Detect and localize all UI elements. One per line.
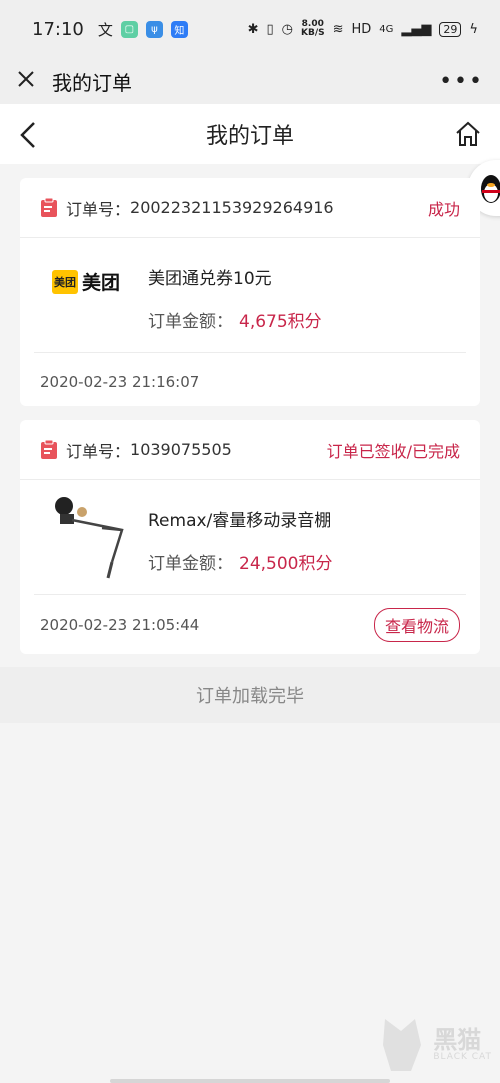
divider [34, 352, 466, 353]
load-complete-text: 订单加载完毕 [0, 667, 500, 723]
order-number-label: 订单号： [66, 441, 131, 461]
product-name: 美团通兑券10元 [148, 269, 272, 289]
close-icon[interactable] [16, 69, 36, 93]
bluetooth-icon: ✱ [247, 21, 259, 37]
order-header: 订单号： 20022321153929264916 成功 [20, 178, 480, 238]
notification-icons: 文 ▢ ψ 知 [98, 19, 188, 40]
order-doc-icon [41, 439, 57, 459]
watermark: 黑猫 BLACK CAT [381, 1015, 492, 1075]
order-datetime: 2020-02-23 21:16:07 [40, 373, 200, 391]
order-doc-icon [41, 197, 57, 217]
order-datetime: 2020-02-23 21:05:44 [40, 616, 200, 634]
wifi-icon: ≋ [332, 21, 344, 37]
hd-label: HD [351, 21, 372, 37]
vibrate-icon: ▯ [266, 21, 274, 37]
order-header: 订单号： 1039075505 订单已签收/已完成 [20, 420, 480, 480]
signal-icon: ▂▄▆ [401, 21, 432, 37]
signal-label: 4G [379, 23, 394, 35]
view-logistics-button[interactable]: 查看物流 [373, 608, 460, 642]
amount-label: 订单金额： [148, 312, 233, 332]
alarm-icon: ◷ [281, 21, 293, 37]
meituan-logo: 美团 美团 [52, 268, 120, 295]
order-amount: 订单金额： 24,500积分 [148, 549, 332, 574]
zhihu-icon: 知 [170, 20, 188, 38]
system-status: ✱ ▯ ◷ 8.00 KB/S ≋ HD 4G ▂▄▆ 29 ϟ [248, 20, 478, 38]
product-name: Remax/睿量移动录音棚 [148, 511, 332, 531]
webview-title: 我的订单 [52, 70, 132, 95]
divider [34, 594, 466, 595]
back-arrow-icon[interactable] [18, 120, 38, 154]
meituan-logo-box: 美团 [52, 269, 78, 294]
order-product[interactable]: 美团 美团 美团通兑券10元 订单金额： 4,675积分 [20, 238, 480, 352]
order-number: 20022321153929264916 [130, 198, 334, 217]
watermark-text: 黑猫 [433, 1026, 482, 1054]
order-product[interactable]: Remax/睿量移动录音棚 订单金额： 24,500积分 [20, 480, 480, 594]
more-options-icon[interactable]: ••• [439, 69, 484, 94]
usb-icon: ψ [145, 20, 163, 38]
net-speed-unit: KB/S [300, 28, 325, 38]
webview-header: 我的订单 ••• [0, 58, 500, 104]
order-status: 订单已签收/已完成 [326, 441, 460, 461]
amount-value: 24,500积分 [239, 554, 333, 574]
meituan-logo-text: 美团 [82, 272, 121, 294]
watermark-sub: BLACK CAT [433, 1052, 492, 1062]
product-image-mic-stand [55, 497, 124, 579]
amount-label: 订单金额： [148, 554, 233, 574]
battery-level: 29 [439, 21, 462, 37]
cat-logo-icon [383, 1019, 422, 1071]
net-speed: 8.00 KB/S [301, 20, 325, 38]
status-time: 17:10 [32, 18, 84, 40]
status-bar: 17:10 文 ▢ ψ 知 ✱ ▯ ◷ 8.00 KB/S ≋ HD 4G ▂▄… [0, 0, 500, 58]
page-header: 我的订单 [0, 104, 500, 164]
amount-value: 4,675积分 [239, 312, 322, 332]
order-status: 成功 [427, 199, 460, 219]
order-number-label: 订单号： [66, 199, 131, 219]
home-icon[interactable] [454, 120, 482, 152]
charging-icon: ϟ [469, 21, 478, 37]
navigation-handle[interactable] [110, 1079, 390, 1083]
order-card[interactable]: 订单号： 1039075505 订单已签收/已完成 Remax/睿量移动录音棚 … [20, 420, 480, 654]
page-title: 我的订单 [205, 124, 294, 149]
chat-app-icon: ▢ [120, 20, 138, 38]
translate-icon: 文 [97, 20, 113, 39]
order-card[interactable]: 订单号： 20022321153929264916 成功 美团 美团 美团通兑券… [20, 178, 480, 406]
order-number: 1039075505 [130, 440, 232, 459]
order-amount: 订单金额： 4,675积分 [148, 307, 322, 332]
